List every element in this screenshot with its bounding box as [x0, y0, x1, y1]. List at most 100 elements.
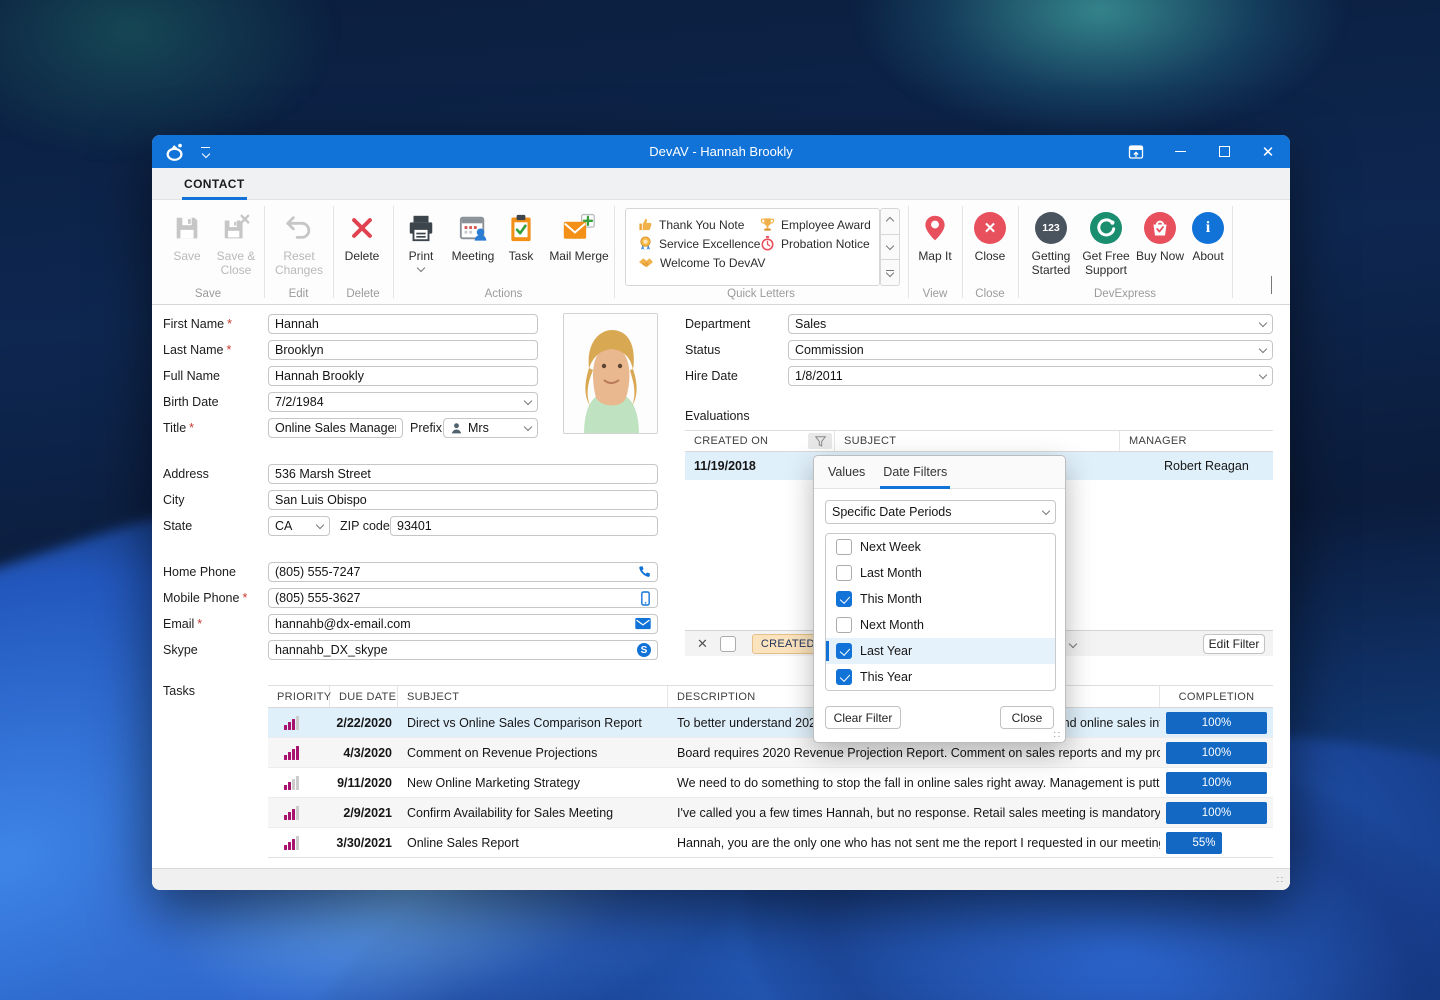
quick-letter-employee-award[interactable]: Employee Award [760, 215, 871, 234]
mobile-phone-label: Mobile Phone* [163, 588, 247, 608]
quick-letter-service-excellence[interactable]: Service Excellence [638, 234, 760, 253]
save-button[interactable]: Save [164, 206, 210, 286]
option-this-year[interactable]: This Year [826, 664, 1055, 690]
checkbox[interactable] [836, 565, 852, 581]
chevron-down-icon [1259, 318, 1267, 326]
funnel-icon [815, 436, 826, 447]
full-name-field[interactable] [268, 366, 538, 386]
task-due-date: 2/9/2021 [330, 798, 398, 827]
evaluations-col-subject[interactable]: SUBJECT [835, 431, 1120, 451]
checkbox[interactable] [836, 617, 852, 633]
option-next-month[interactable]: Next Month [826, 612, 1055, 638]
mobile-phone-field[interactable] [268, 588, 658, 608]
birth-date-picker[interactable]: 7/2/1984 [268, 392, 538, 412]
evaluations-title: Evaluations [685, 409, 750, 423]
evaluations-col-created-on[interactable]: CREATED ON [685, 431, 835, 451]
close-record-button[interactable]: ✕ Close [964, 206, 1016, 286]
tab-date-filters[interactable]: Date Filters [883, 456, 947, 489]
meeting-button[interactable]: Meeting [445, 206, 501, 286]
task-row[interactable]: 4/3/2020 Comment on Revenue Projections … [268, 738, 1273, 768]
department-dropdown[interactable]: Sales [788, 314, 1273, 334]
home-phone-field[interactable] [268, 562, 658, 582]
address-field[interactable] [268, 464, 658, 484]
tasks-col-priority[interactable]: PRIORITY [268, 686, 330, 707]
task-row[interactable]: 3/30/2021 Online Sales Report Hannah, yo… [268, 828, 1273, 858]
filter-enabled-checkbox[interactable] [720, 636, 736, 652]
state-label: State [163, 516, 192, 536]
chevron-down-icon [1259, 344, 1267, 352]
mail-merge-button[interactable]: Mail Merge [543, 206, 615, 286]
completion-bar: 100% [1166, 712, 1267, 734]
window-resize-grip[interactable]: ∷ [1277, 875, 1284, 886]
checkbox[interactable] [836, 669, 852, 685]
clear-filter-button[interactable]: Clear Filter [825, 706, 901, 729]
prefix-dropdown[interactable]: Mrs [443, 418, 538, 438]
stopwatch-icon [760, 236, 775, 251]
task-button[interactable]: Task [501, 206, 541, 286]
remove-filter-icon[interactable]: ✕ [697, 636, 708, 652]
get-free-support-button[interactable]: Get Free Support [1078, 206, 1134, 286]
checkbox[interactable] [836, 591, 852, 607]
checkbox[interactable] [836, 539, 852, 555]
skype-field[interactable] [268, 640, 658, 660]
last-name-field[interactable] [268, 340, 538, 360]
status-dropdown[interactable]: Commission [788, 340, 1273, 360]
getting-started-button[interactable]: 123 Getting Started [1024, 206, 1078, 286]
handshake-icon [638, 256, 654, 270]
filter-history-chevron-icon[interactable] [1069, 639, 1077, 647]
priority-icon [284, 836, 299, 850]
option-this-month[interactable]: This Month [826, 586, 1055, 612]
completion-bar: 100% [1166, 802, 1267, 824]
first-name-field[interactable] [268, 314, 538, 334]
map-it-button[interactable]: Map It [908, 206, 962, 286]
edit-filter-button[interactable]: Edit Filter [1203, 634, 1265, 654]
tasks-col-completion[interactable]: COMPLETION [1160, 686, 1273, 707]
email-field[interactable] [268, 614, 658, 634]
task-subject: Online Sales Report [398, 828, 668, 857]
about-button[interactable]: i About [1186, 206, 1230, 286]
task-row[interactable]: 9/11/2020 New Online Marketing Strategy … [268, 768, 1273, 798]
quick-letters-scroll-up-button[interactable] [880, 208, 900, 235]
task-description: I've called you a few times Hannah, but … [668, 798, 1160, 827]
chevron-up-icon [886, 217, 894, 225]
tasks-col-due-date[interactable]: DUE DATE [330, 686, 398, 707]
address-label: Address [163, 464, 209, 484]
delete-button[interactable]: Delete [334, 206, 390, 286]
quick-letter-welcome-to-devav[interactable]: Welcome To DevAV [638, 253, 765, 272]
option-last-month[interactable]: Last Month [826, 560, 1055, 586]
created-on-filter-button[interactable] [808, 433, 832, 449]
tasks-col-subject[interactable]: SUBJECT [398, 686, 668, 707]
reset-changes-button[interactable]: Reset Changes [270, 206, 328, 286]
quick-letters-more-button[interactable] [880, 260, 900, 286]
evaluations-col-manager[interactable]: MANAGER [1120, 431, 1273, 451]
state-dropdown[interactable]: CA [268, 516, 330, 536]
filter-popup-tabs: Values Date Filters [814, 456, 1065, 489]
task-row[interactable]: 2/22/2020 Direct vs Online Sales Compari… [268, 708, 1273, 738]
task-row[interactable]: 2/9/2021 Confirm Availability for Sales … [268, 798, 1273, 828]
popup-close-button[interactable]: Close [1000, 706, 1054, 729]
popup-resize-grip[interactable]: ∷ [1054, 730, 1061, 741]
buy-now-button[interactable]: Buy Now [1134, 206, 1186, 286]
city-field[interactable] [268, 490, 658, 510]
tab-contact[interactable]: CONTACT [184, 168, 245, 200]
quick-letters-scroll-down-button[interactable] [880, 235, 900, 261]
quick-letter-thank-you-note[interactable]: Thank You Note [638, 215, 744, 234]
option-last-year[interactable]: Last Year [826, 638, 1055, 664]
option-next-week[interactable]: Next Week [826, 534, 1055, 560]
tab-values[interactable]: Values [828, 456, 865, 489]
checkbox[interactable] [836, 643, 852, 659]
hire-date-picker[interactable]: 1/8/2011 [788, 366, 1273, 386]
buy-now-icon [1144, 210, 1176, 246]
ribbon-collapse-button[interactable] [1271, 276, 1272, 294]
titlebar[interactable]: DevAV - Hannah Brookly ✕ [152, 135, 1290, 168]
save-and-close-button[interactable]: Save & Close [210, 206, 262, 286]
zip-field[interactable] [390, 516, 658, 536]
title-field[interactable] [268, 418, 403, 438]
group-label-quick-letters: Quick Letters [614, 288, 908, 300]
zip-label: ZIP code [340, 516, 390, 536]
mobile-icon [636, 590, 654, 606]
period-dropdown[interactable]: Specific Date Periods [825, 500, 1056, 524]
quick-letter-probation-notice[interactable]: Probation Notice [760, 234, 870, 253]
print-button[interactable]: Print [397, 206, 445, 286]
about-icon: i [1192, 212, 1224, 244]
